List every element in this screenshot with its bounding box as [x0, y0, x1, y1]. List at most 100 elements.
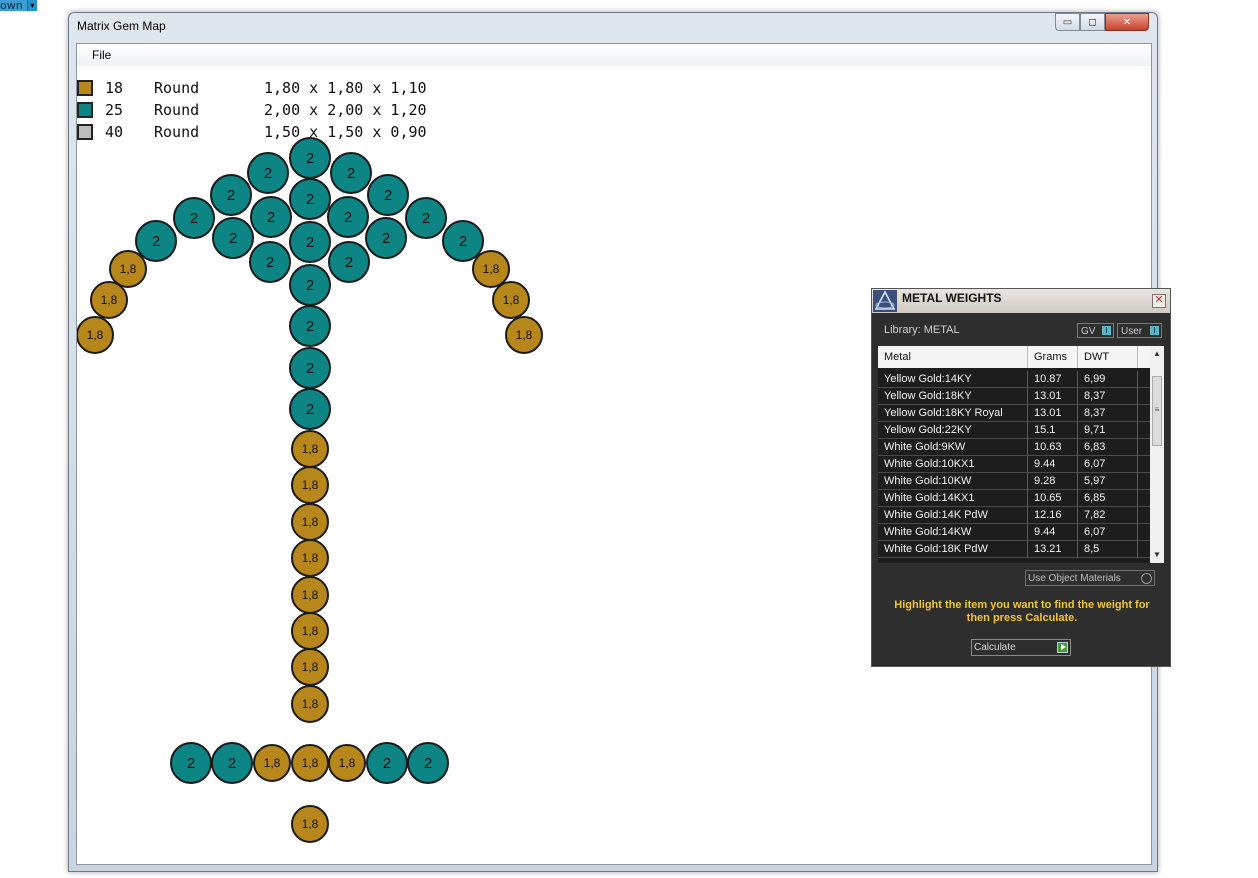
table-row[interactable]: White Gold:14KW 9.44 6,07 — [878, 524, 1150, 541]
gem-2mm[interactable]: 2 — [212, 217, 254, 259]
cell-divider — [1027, 422, 1028, 439]
gv-toggle[interactable]: GV I — [1077, 323, 1114, 338]
window-title: Matrix Gem Map — [77, 19, 166, 33]
gem-2mm[interactable]: 2 — [407, 742, 449, 784]
gem-1-8mm[interactable]: 1,8 — [291, 430, 329, 468]
gem-2mm[interactable]: 2 — [327, 196, 369, 238]
column-header-grams[interactable]: Grams — [1034, 351, 1067, 363]
legend-shape: Round — [154, 123, 200, 141]
cell-dwt: 5,97 — [1084, 475, 1106, 487]
gem-2mm[interactable]: 2 — [328, 241, 370, 283]
gem-2mm[interactable]: 2 — [365, 217, 407, 259]
table-row[interactable]: Yellow Gold:18KY 13.01 8,37 — [878, 388, 1150, 405]
cell-dwt: 7,82 — [1084, 509, 1106, 521]
gem-1-8mm[interactable]: 1,8 — [291, 503, 329, 541]
chevron-down-icon[interactable]: ▾ — [26, 0, 37, 11]
gem-2mm[interactable]: 2 — [211, 742, 253, 784]
gem-2mm[interactable]: 2 — [249, 241, 291, 283]
table-scrollbar[interactable]: ▲ ≡ ▼ — [1150, 346, 1164, 563]
gem-1-8mm[interactable]: 1,8 — [291, 648, 329, 686]
cell-metal: White Gold:14KX1 — [884, 492, 975, 504]
cell-dwt: 8,5 — [1084, 543, 1100, 555]
gem-1-8mm[interactable]: 1,8 — [505, 316, 543, 354]
column-header-metal[interactable]: Metal — [884, 351, 911, 363]
gem-2mm[interactable]: 2 — [289, 178, 331, 220]
gem-2mm[interactable]: 2 — [289, 347, 331, 389]
calculate-button[interactable]: Calculate — [971, 639, 1071, 656]
gem-1-8mm[interactable]: 1,8 — [291, 685, 329, 723]
column-header-dwt[interactable]: DWT — [1084, 351, 1109, 363]
use-object-materials-label: Use Object Materials — [1028, 573, 1121, 584]
table-row[interactable]: Yellow Gold:22KY 15.1 9,71 — [878, 422, 1150, 439]
metal-table: Metal Grams DWT Yellow Gold:14KY 10.87 6,9… — [878, 346, 1164, 563]
gem-1-8mm[interactable]: 1,8 — [90, 281, 128, 319]
instruction-text: Highlight the item you want to find the … — [894, 599, 1150, 624]
gem-2mm[interactable]: 2 — [289, 305, 331, 347]
gem-1-8mm[interactable]: 1,8 — [328, 744, 366, 782]
scroll-down-icon[interactable]: ▼ — [1150, 549, 1164, 561]
table-row[interactable]: White Gold:10KW 9.28 5,97 — [878, 473, 1150, 490]
cell-divider — [1027, 524, 1028, 541]
gem-2mm[interactable]: 2 — [247, 152, 289, 194]
legend-row: 40 Round 1,50 x 1,50 x 0,90 — [77, 123, 497, 144]
legend-count: 25 — [105, 101, 124, 119]
gem-1-8mm[interactable]: 1,8 — [291, 539, 329, 577]
background-window-dropdown[interactable]: own ▾ — [0, 0, 37, 11]
gem-2mm[interactable]: 2 — [289, 221, 331, 263]
legend-row: 18 Round 1,80 x 1,80 x 1,10 — [77, 79, 497, 100]
maximize-button[interactable]: ◻ — [1080, 13, 1105, 31]
close-button[interactable]: ✕ — [1105, 13, 1149, 31]
table-row[interactable]: Yellow Gold:14KY 10.87 6,99 — [878, 371, 1150, 388]
gem-2mm[interactable]: 2 — [405, 197, 447, 239]
cell-divider — [1077, 473, 1078, 490]
gem-1-8mm[interactable]: 1,8 — [77, 316, 114, 354]
table-row[interactable]: Yellow Gold:18KY Royal 13.01 8,37 — [878, 405, 1150, 422]
gem-1-8mm[interactable]: 1,8 — [291, 805, 329, 843]
table-row[interactable]: White Gold:14K PdW 12.16 7,82 — [878, 507, 1150, 524]
cell-divider — [1137, 456, 1138, 473]
gem-2mm[interactable]: 2 — [170, 742, 212, 784]
user-toggle[interactable]: User I — [1117, 323, 1162, 338]
gem-2mm[interactable]: 2 — [210, 174, 252, 216]
cell-metal: White Gold:14K PdW — [884, 509, 988, 521]
gem-2mm[interactable]: 2 — [289, 388, 331, 430]
gem-2mm[interactable]: 2 — [173, 197, 215, 239]
cell-divider — [1077, 422, 1078, 439]
table-row[interactable]: White Gold:18K PdW 13.21 8,5 — [878, 541, 1150, 558]
gem-1-8mm[interactable]: 1,8 — [291, 744, 329, 782]
gem-1-8mm[interactable]: 1,8 — [253, 744, 291, 782]
gem-1-8mm[interactable]: 1,8 — [291, 466, 329, 504]
legend-dimensions: 2,00 x 2,00 x 1,20 — [264, 101, 427, 119]
scroll-up-icon[interactable]: ▲ — [1150, 348, 1164, 360]
caption-buttons: ▭ ◻ ✕ — [1055, 13, 1149, 31]
cell-grams: 13.01 — [1034, 407, 1062, 419]
table-row[interactable]: White Gold:14KX1 10.65 6,85 — [878, 490, 1150, 507]
table-row[interactable]: White Gold:10KX1 9.44 6,07 — [878, 456, 1150, 473]
gem-2mm[interactable]: 2 — [250, 196, 292, 238]
gem-2mm[interactable]: 2 — [289, 264, 331, 306]
menu-file[interactable]: File — [92, 48, 111, 62]
table-row[interactable]: White Gold:9KW 10.63 6,83 — [878, 439, 1150, 456]
cell-divider — [1027, 388, 1028, 405]
panel-close-button[interactable]: ✕ — [1152, 294, 1166, 308]
gem-1-8mm[interactable]: 1,8 — [291, 576, 329, 614]
column-divider — [1137, 346, 1138, 368]
gem-2mm[interactable]: 2 — [289, 137, 331, 179]
gem-1-8mm[interactable]: 1,8 — [492, 281, 530, 319]
gem-2mm[interactable]: 2 — [330, 152, 372, 194]
gem-1-8mm[interactable]: 1,8 — [291, 612, 329, 650]
use-object-materials-option[interactable]: Use Object Materials — [1025, 570, 1155, 586]
dropdown-label: own — [0, 0, 27, 11]
radio-icon — [1141, 573, 1152, 584]
gem-2mm[interactable]: 2 — [366, 742, 408, 784]
cell-divider — [1027, 507, 1028, 524]
cell-divider — [1077, 507, 1078, 524]
gem-2mm[interactable]: 2 — [367, 174, 409, 216]
minimize-button[interactable]: ▭ — [1055, 13, 1080, 31]
cell-grams: 10.65 — [1034, 492, 1062, 504]
legend-row: 25 Round 2,00 x 2,00 x 1,20 — [77, 101, 497, 122]
scroll-thumb[interactable]: ≡ — [1152, 376, 1162, 446]
cell-divider — [1137, 439, 1138, 456]
cell-grams: 9.44 — [1034, 526, 1056, 538]
panel-titlebar[interactable]: METAL WEIGHTS ✕ — [872, 289, 1170, 313]
